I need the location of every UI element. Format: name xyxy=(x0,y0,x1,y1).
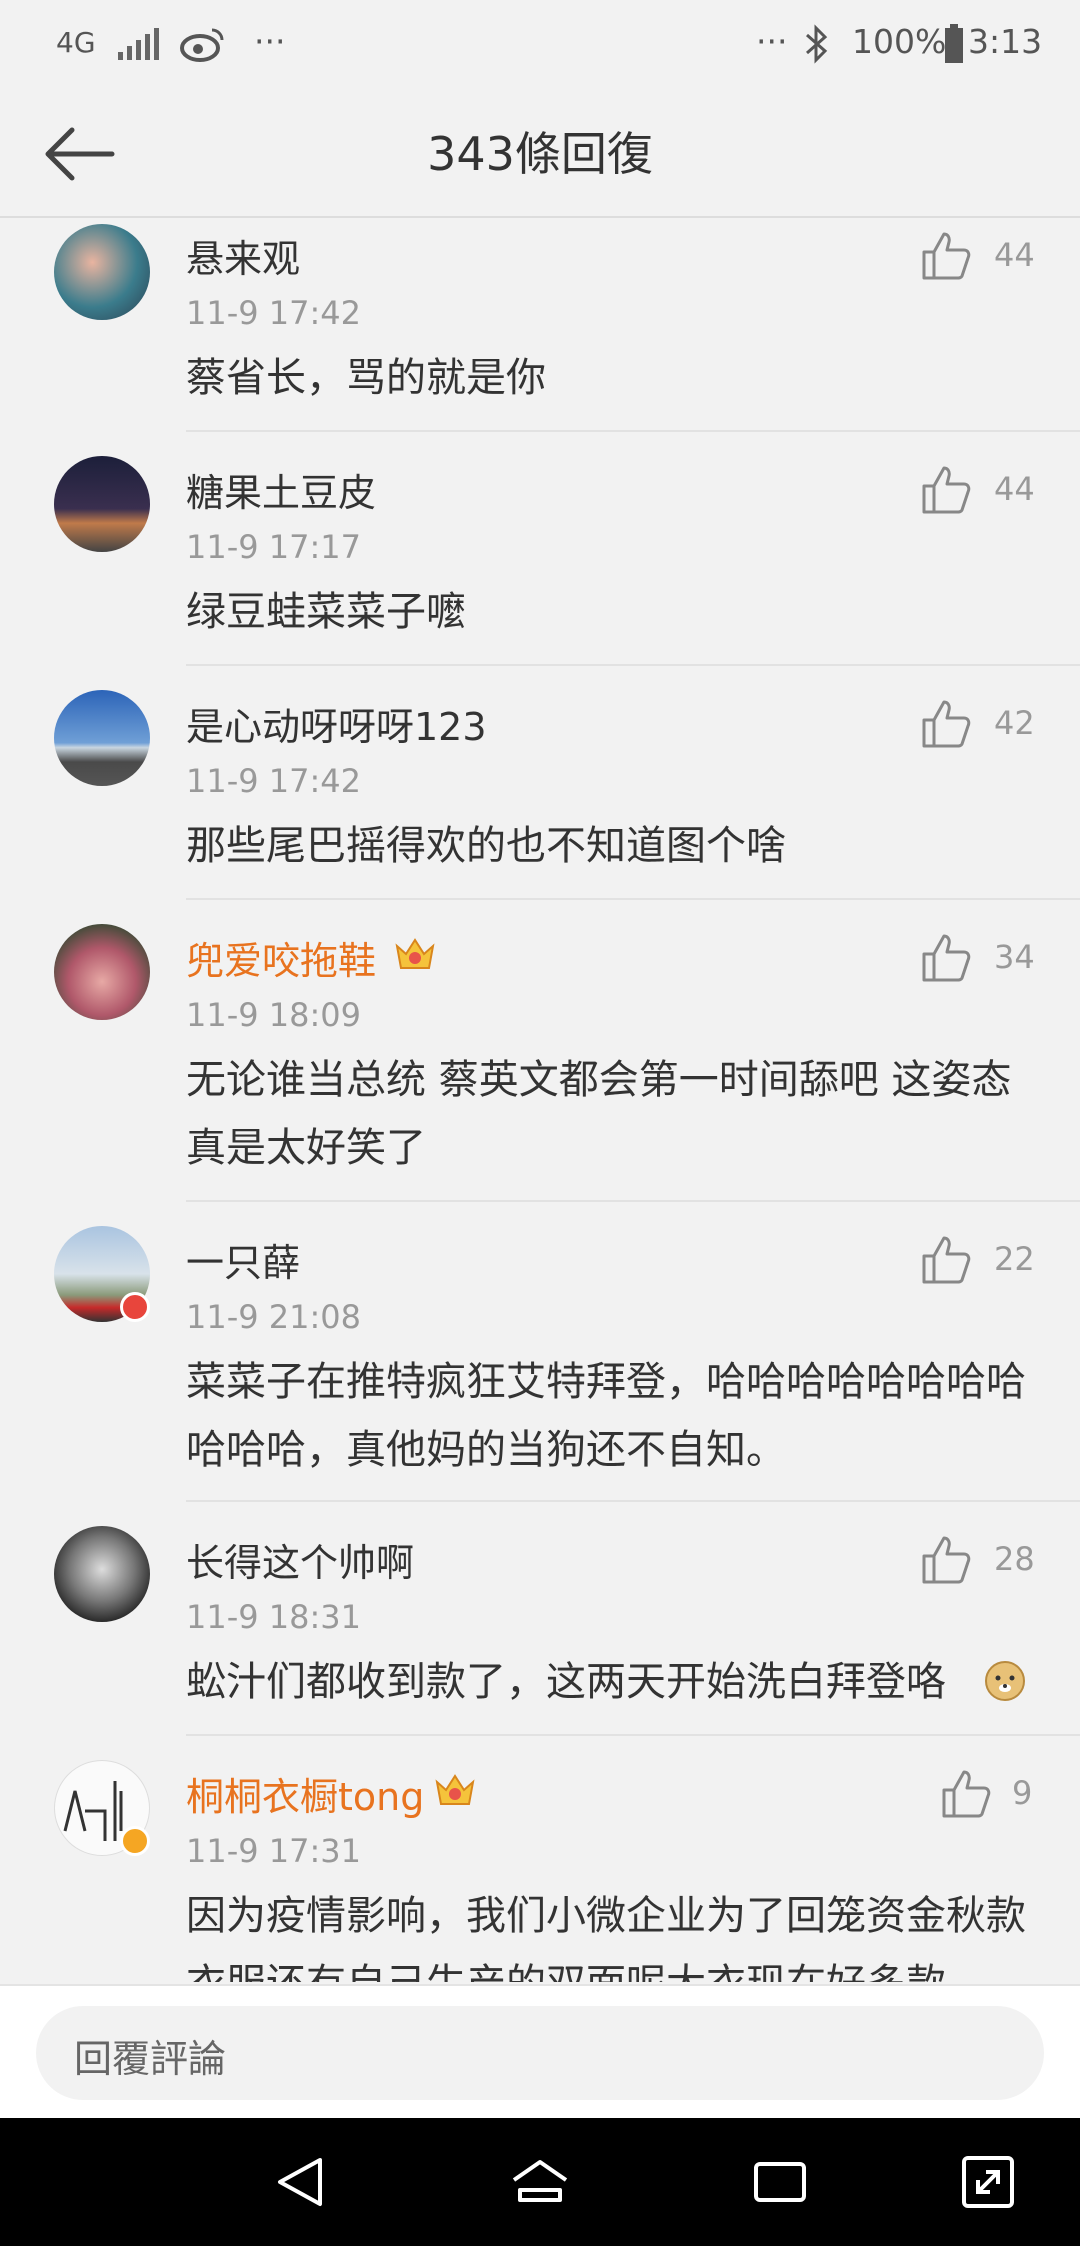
comment-text: 绿豆蛙菜菜子嚒 xyxy=(186,589,466,635)
reply-placeholder: 回覆評論 xyxy=(74,2037,227,2081)
username[interactable]: 悬来观 xyxy=(186,228,300,283)
comment-text: 蔡省长，骂的就是你 xyxy=(186,355,546,401)
bluetooth-icon xyxy=(804,24,830,72)
timestamp: 11-9 17:17 xyxy=(186,528,362,566)
page-title: 343條回復 xyxy=(427,127,653,181)
like-count: 34 xyxy=(994,938,1035,976)
more-indicator: ··· xyxy=(254,22,286,61)
like-count: 22 xyxy=(994,1240,1035,1278)
username[interactable]: 兜爱咬拖鞋 xyxy=(186,930,376,985)
comment-text: 无论谁当总统 蔡英文都会第一时间舔吧 这姿态真是太好笑了 xyxy=(186,1057,1012,1171)
home-icon[interactable] xyxy=(508,2150,572,2214)
thumbs-up-icon[interactable] xyxy=(920,1234,972,1286)
timestamp: 11-9 21:08 xyxy=(186,1298,362,1336)
doge-emoji-icon xyxy=(985,1661,1025,1701)
thumbs-up-icon[interactable] xyxy=(920,698,972,750)
avatar[interactable] xyxy=(54,690,150,786)
more-indicator-right: ··· xyxy=(756,22,788,61)
like-count: 44 xyxy=(994,470,1035,508)
comment-item[interactable]: 悬来观 11-9 17:42 蔡省长，骂的就是你 44 xyxy=(0,220,1080,432)
timestamp: 11-9 18:09 xyxy=(186,996,362,1034)
verified-badge-icon xyxy=(120,1292,150,1322)
timestamp: 11-9 17:42 xyxy=(186,762,362,800)
thumbs-up-icon[interactable] xyxy=(940,1768,992,1820)
comment-text: 蚣汁们都收到款了，这两天开始洗白拜登咯 xyxy=(186,1659,946,1705)
triangle-back-icon[interactable] xyxy=(270,2150,334,2214)
avatar[interactable] xyxy=(54,224,150,320)
like-count: 28 xyxy=(994,1540,1035,1578)
comment-text: 菜菜子在推特疯狂艾特拜登，哈哈哈哈哈哈哈哈哈哈哈，真他妈的当狗还不自知。 xyxy=(186,1359,1026,1473)
timestamp: 11-9 17:31 xyxy=(186,1832,362,1870)
reply-input[interactable]: 回覆評論 xyxy=(36,2006,1044,2100)
status-bar: 4G ··· ··· 100% 3:13 xyxy=(0,0,1080,90)
like-count: 42 xyxy=(994,704,1035,742)
username[interactable]: 桐桐衣橱tong xyxy=(186,1766,424,1821)
username[interactable]: 一只薛 xyxy=(186,1232,300,1287)
expand-icon[interactable] xyxy=(956,2150,1020,2214)
comment-item[interactable]: 糖果土豆皮 11-9 17:17 绿豆蛙菜菜子嚒 44 xyxy=(0,432,1080,666)
timestamp: 11-9 17:42 xyxy=(186,294,362,332)
recents-icon[interactable] xyxy=(748,2150,812,2214)
comment-item[interactable]: 一只薛 11-9 21:08 菜菜子在推特疯狂艾特拜登，哈哈哈哈哈哈哈哈哈哈哈，… xyxy=(0,1202,1080,1502)
like-count: 9 xyxy=(1012,1774,1033,1812)
username[interactable]: 糖果土豆皮 xyxy=(186,462,376,517)
reply-bar: 回覆評論 xyxy=(0,1984,1080,2118)
thumbs-up-icon[interactable] xyxy=(920,464,972,516)
navigation-bar xyxy=(0,2118,1080,2246)
timestamp: 11-9 18:31 xyxy=(186,1598,362,1636)
thumbs-up-icon[interactable] xyxy=(920,1534,972,1586)
battery-icon xyxy=(944,24,964,72)
comment-item[interactable]: 桐桐衣橱tong 11-9 17:31 因为疫情影响，我们小微企业为了回笼资金秋… xyxy=(0,1736,1080,1982)
avatar[interactable] xyxy=(54,924,150,1020)
vip-crown-icon xyxy=(435,1774,475,1805)
comment-list[interactable]: 悬来观 11-9 17:42 蔡省长，骂的就是你 44 糖果土豆皮 11-9 1… xyxy=(0,220,1080,1982)
verified-badge-icon xyxy=(120,1826,150,1856)
comment-text: 因为疫情影响，我们小微企业为了回笼资金秋款衣服还有自己生产的双面呢大衣现在好多款 xyxy=(186,1893,1026,1982)
clock: 3:13 xyxy=(968,22,1043,61)
comment-text: 那些尾巴摇得欢的也不知道图个啥 xyxy=(186,823,786,869)
username[interactable]: 是心动呀呀呀123 xyxy=(186,696,487,751)
header: 343條回復 xyxy=(0,90,1080,218)
avatar[interactable] xyxy=(54,1526,150,1622)
signal-bars-icon xyxy=(118,28,160,68)
comment-item[interactable]: 长得这个帅啊 11-9 18:31 蚣汁们都收到款了，这两天开始洗白拜登咯 28 xyxy=(0,1502,1080,1736)
thumbs-up-icon[interactable] xyxy=(920,230,972,282)
thumbs-up-icon[interactable] xyxy=(920,932,972,984)
comment-item[interactable]: 兜爱咬拖鞋 11-9 18:09 无论谁当总统 蔡英文都会第一时间舔吧 这姿态真… xyxy=(0,900,1080,1202)
comment-item[interactable]: 是心动呀呀呀123 11-9 17:42 那些尾巴摇得欢的也不知道图个啥 42 xyxy=(0,666,1080,900)
network-label: 4G xyxy=(56,26,96,59)
battery-percent: 100% xyxy=(852,22,947,61)
username[interactable]: 长得这个帅啊 xyxy=(186,1532,414,1587)
avatar[interactable] xyxy=(54,456,150,552)
like-count: 44 xyxy=(994,236,1035,274)
weibo-icon xyxy=(180,26,226,70)
vip-crown-icon xyxy=(395,938,435,969)
